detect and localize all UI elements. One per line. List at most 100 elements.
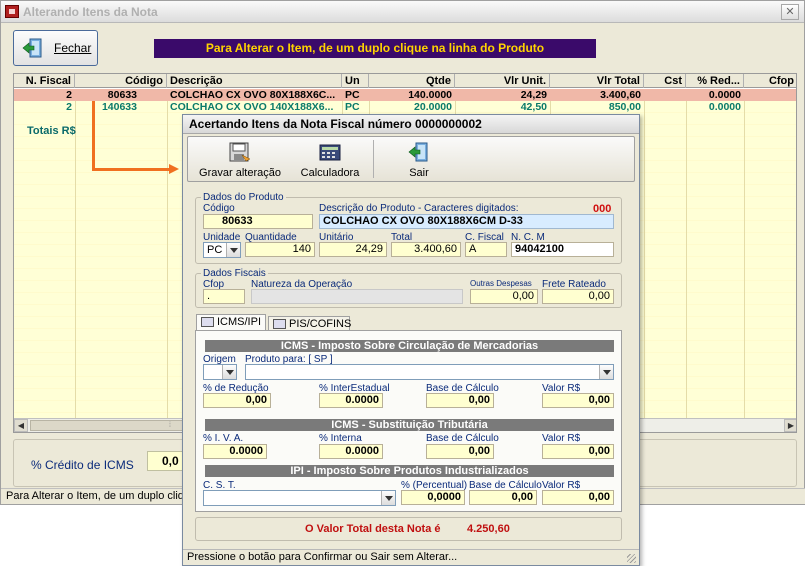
tab-pis-cofins-label: PIS/COFINS bbox=[289, 318, 352, 330]
dialog-toolbar: Gravar alteração Calculadora Sair bbox=[187, 136, 635, 182]
cell-nfiscal: 2 bbox=[66, 101, 72, 113]
st-section-title: ICMS - Substituição Tributária bbox=[205, 419, 614, 431]
cell-nfiscal: 2 bbox=[66, 89, 72, 101]
cell-qtde: 20.0000 bbox=[414, 101, 452, 113]
grid-header: N. Fiscal Código Descrição Un Qtde Vlr U… bbox=[14, 74, 796, 88]
gravar-label: Gravar alteração bbox=[199, 167, 281, 179]
quantidade-field[interactable]: 140 bbox=[245, 242, 315, 257]
iva-field[interactable]: 0.0000 bbox=[203, 444, 267, 459]
total-field[interactable]: 3.400,60 bbox=[391, 242, 461, 257]
close-window-button[interactable]: ✕ bbox=[781, 4, 799, 20]
chevron-down-icon[interactable] bbox=[599, 365, 613, 379]
calculadora-label: Calculadora bbox=[300, 167, 360, 179]
col-un[interactable]: Un bbox=[342, 74, 369, 88]
col-vlr-total[interactable]: Vlr Total bbox=[550, 74, 644, 88]
tax-sheet-icon bbox=[273, 319, 286, 329]
unidade-select[interactable]: PC bbox=[203, 242, 241, 258]
valor-total-label: O Valor Total desta Nota é bbox=[305, 523, 441, 535]
cell-cfop bbox=[744, 101, 796, 113]
codigo-field[interactable]: 80633 bbox=[203, 214, 313, 229]
tab-icms-ipi-label: ICMS/IPI bbox=[217, 316, 262, 328]
icms-valor-field[interactable]: 0,00 bbox=[542, 393, 614, 408]
tax-sheet-icon bbox=[201, 317, 214, 327]
calculadora-button[interactable]: Calculadora bbox=[294, 137, 366, 181]
grid-divider bbox=[75, 89, 76, 419]
interna-field[interactable]: 0.0000 bbox=[319, 444, 383, 459]
calculator-icon bbox=[319, 144, 341, 161]
outras-despesas-label: Outras Despesas bbox=[470, 279, 532, 288]
interestadual-field[interactable]: 0.0000 bbox=[319, 393, 383, 408]
dialog-status-bar: Pressione o botão para Confirmar ou Sair… bbox=[183, 549, 639, 565]
cst-select[interactable] bbox=[203, 490, 396, 506]
cell-un: PC bbox=[345, 89, 360, 101]
hint-arrow bbox=[92, 101, 95, 171]
reducao-field[interactable]: 0,00 bbox=[203, 393, 271, 408]
valor-total-value: 4.250,60 bbox=[467, 523, 510, 535]
icms-base-field[interactable]: 0,00 bbox=[426, 393, 494, 408]
col-descricao[interactable]: Descrição bbox=[167, 74, 342, 88]
chevron-down-icon[interactable] bbox=[381, 491, 395, 505]
exit-door-icon bbox=[22, 38, 42, 58]
unitario-field[interactable]: 24,29 bbox=[319, 242, 387, 257]
scroll-right-icon[interactable]: ▶ bbox=[784, 419, 796, 432]
sair-button[interactable]: Sair bbox=[384, 137, 454, 181]
gravar-button[interactable]: Gravar alteração bbox=[194, 137, 286, 181]
cfiscal-field[interactable]: A bbox=[465, 242, 507, 257]
ncm-field[interactable]: 94042100 bbox=[511, 242, 614, 257]
col-red[interactable]: % Red... bbox=[686, 74, 744, 88]
unidade-value: PC bbox=[207, 244, 223, 256]
window-title: Alterando Itens da Nota bbox=[23, 5, 158, 19]
credito-icms-field[interactable]: 0,0 bbox=[147, 451, 183, 471]
frete-field[interactable]: 0,00 bbox=[542, 289, 614, 304]
dialog-title: Acertando Itens da Nota Fiscal número 00… bbox=[183, 115, 639, 134]
table-row[interactable]: 2 80633 COLCHAO CX OVO 80X188X6C... PC 1… bbox=[14, 89, 796, 101]
st-valor-field[interactable]: 0,00 bbox=[542, 444, 614, 459]
outras-despesas-field[interactable]: 0,00 bbox=[470, 289, 538, 304]
ipi-base-field[interactable]: 0,00 bbox=[469, 490, 537, 505]
descricao-label: Descrição do Produto - Caracteres digita… bbox=[319, 203, 519, 214]
produto-para-select[interactable] bbox=[245, 364, 614, 380]
descricao-field[interactable]: COLCHAO CX OVO 80X188X6CM D-33 bbox=[319, 214, 614, 229]
fechar-button[interactable]: Fechar bbox=[13, 30, 98, 66]
tab-pis-cofins[interactable]: PIS/COFINS bbox=[268, 316, 352, 331]
instruction-banner: Para Alterar o Item, de um duplo clique … bbox=[154, 39, 596, 58]
table-row[interactable]: 2 140633 COLCHAO CX OVO 140X188X6... PC … bbox=[14, 101, 796, 113]
totais-label: Totais R$ bbox=[27, 125, 76, 137]
interna-label: % Interna bbox=[319, 433, 362, 444]
cell-un: PC bbox=[345, 101, 360, 113]
cfop-field[interactable]: . bbox=[203, 289, 245, 304]
chevron-down-icon[interactable] bbox=[226, 243, 240, 257]
col-nfiscal[interactable]: N. Fiscal bbox=[14, 74, 75, 88]
resize-grip-icon[interactable] bbox=[627, 554, 636, 563]
cell-vlr-unit: 42,50 bbox=[520, 101, 547, 113]
chevron-down-icon[interactable] bbox=[222, 365, 236, 379]
st-base-field[interactable]: 0,00 bbox=[426, 444, 494, 459]
st-base-label: Base de Cálculo bbox=[426, 433, 499, 444]
credito-icms-label: % Crédito de ICMS bbox=[31, 458, 134, 472]
col-vlr-unit[interactable]: Vlr Unit. bbox=[455, 74, 550, 88]
cell-cst bbox=[644, 101, 686, 113]
ipi-valor-field[interactable]: 0,00 bbox=[542, 490, 614, 505]
scroll-left-icon[interactable]: ◀ bbox=[14, 419, 28, 432]
ipi-section-title: IPI - Imposto Sobre Produtos Industriali… bbox=[205, 465, 614, 477]
dados-produto-title: Dados do Produto bbox=[201, 192, 286, 203]
cell-codigo: 80633 bbox=[107, 89, 137, 101]
dados-fiscais-title: Dados Fiscais bbox=[201, 268, 268, 279]
grid-divider bbox=[167, 89, 168, 419]
tab-icms-ipi[interactable]: ICMS/IPI bbox=[196, 314, 266, 331]
percentual-field[interactable]: 0,0000 bbox=[401, 490, 465, 505]
st-valor-label: Valor R$ bbox=[542, 433, 581, 444]
origem-select[interactable] bbox=[203, 364, 237, 380]
cell-qtde: 140.0000 bbox=[408, 89, 452, 101]
exit-door-icon bbox=[408, 142, 428, 162]
grid-divider bbox=[686, 89, 687, 419]
col-codigo[interactable]: Código bbox=[75, 74, 167, 88]
sair-label: Sair bbox=[409, 167, 429, 179]
grid-divider bbox=[744, 89, 745, 419]
natureza-field[interactable] bbox=[251, 289, 463, 304]
cell-vlr-unit: 24,29 bbox=[520, 89, 547, 101]
col-cfop[interactable]: Cfop bbox=[744, 74, 796, 88]
col-qtde[interactable]: Qtde bbox=[369, 74, 455, 88]
col-cst[interactable]: Cst bbox=[644, 74, 686, 88]
cell-cst bbox=[644, 89, 686, 101]
